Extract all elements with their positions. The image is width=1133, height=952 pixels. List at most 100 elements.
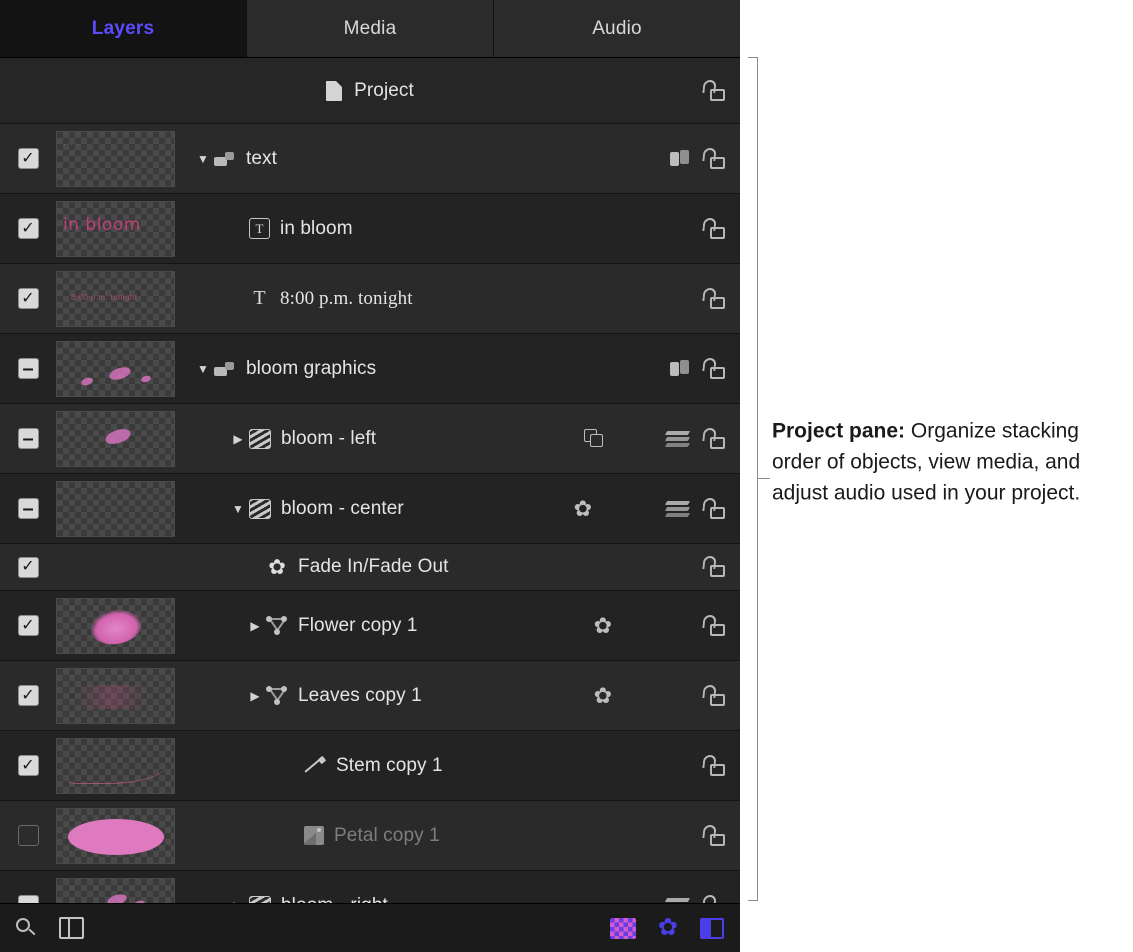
visibility-checkbox-bloom-right[interactable]: – <box>0 895 56 903</box>
disclosure-triangle[interactable]: ▶ <box>244 620 266 632</box>
visibility-checkbox-bloom-graphics[interactable]: – <box>0 358 56 379</box>
text-box-icon: T <box>249 218 270 239</box>
disclosure-triangle[interactable]: ▶ <box>227 900 249 904</box>
lock-icon[interactable] <box>702 615 726 637</box>
callout-text: Project pane: Organize stacking order of… <box>772 416 1130 509</box>
disclosure-triangle[interactable]: ▼ <box>192 363 214 375</box>
visibility-checkbox-bloom-center[interactable]: – <box>0 498 56 519</box>
layer-thumbnail-empty <box>56 539 182 595</box>
layer-thumbnail <box>56 341 182 397</box>
table-row[interactable]: ✓ in bloom ▶ T in bloom <box>0 194 740 264</box>
checkbox-checked: ✓ <box>18 755 39 776</box>
layer-name: 8:00 p.m. tonight <box>280 288 413 310</box>
layer-stack-icon[interactable] <box>666 897 690 904</box>
table-row[interactable]: – ▼ bloom - center ✿ <box>0 474 740 544</box>
visibility-checkbox-leaves[interactable]: ✓ <box>0 685 56 706</box>
lock-icon[interactable] <box>702 556 726 578</box>
disclosure-triangle[interactable]: ▼ <box>227 503 249 515</box>
text-serif-icon: T <box>249 288 270 309</box>
table-row[interactable]: – ▶ bloom - left <box>0 404 740 474</box>
lock-icon[interactable] <box>702 148 726 170</box>
visibility-checkbox-tonight[interactable]: ✓ <box>0 288 56 309</box>
image-icon <box>304 826 324 845</box>
lock-icon[interactable] <box>702 80 726 102</box>
layer-thumbnail <box>56 411 182 467</box>
lock-icon[interactable] <box>702 498 726 520</box>
layer-name: bloom - right <box>281 895 388 904</box>
visibility-checkbox-flower[interactable]: ✓ <box>0 615 56 636</box>
checkbox-checked: ✓ <box>18 615 39 636</box>
lock-icon[interactable] <box>702 288 726 310</box>
callout-bracket <box>748 57 758 901</box>
layers-list: Project ✓ · · · ▼ text <box>0 58 740 903</box>
lock-icon[interactable] <box>702 428 726 450</box>
gear-icon[interactable]: ✿ <box>658 916 678 940</box>
disclosure-triangle[interactable]: ▼ <box>192 153 214 165</box>
shape-fill-icon <box>249 499 271 519</box>
table-row[interactable]: ✓ ▶ Stem copy 1 <box>0 731 740 801</box>
visibility-checkbox-bloom-left[interactable]: – <box>0 428 56 449</box>
checkbox-checked: ✓ <box>18 148 39 169</box>
layer-name: Fade In/Fade Out <box>298 556 449 578</box>
table-row[interactable]: ✓ 8:00 p.m. tonight ▶ T 8:00 p.m. tonigh… <box>0 264 740 334</box>
table-row[interactable]: – ▼ bloom graphics <box>0 334 740 404</box>
layer-name: Petal copy 1 <box>334 825 440 847</box>
table-row[interactable]: ✓ ▶ ✿ Fade In/Fade Out <box>0 544 740 591</box>
paint-stroke-icon <box>304 756 326 776</box>
group-icon <box>214 360 236 378</box>
duplicate-stack-icon[interactable] <box>670 150 690 168</box>
layer-stack-icon[interactable] <box>666 500 690 518</box>
layer-thumbnail <box>56 481 182 537</box>
checkerboard-icon[interactable] <box>610 918 636 939</box>
checkbox-checked: ✓ <box>18 685 39 706</box>
lock-icon[interactable] <box>702 825 726 847</box>
gear-icon[interactable]: ✿ <box>594 615 612 637</box>
layer-name: in bloom <box>280 218 353 240</box>
checkbox-mixed: – <box>18 358 39 379</box>
layer-name: bloom - center <box>281 498 404 520</box>
visibility-checkbox-in-bloom[interactable]: ✓ <box>0 218 56 239</box>
disclosure-triangle[interactable]: ▶ <box>227 433 249 445</box>
lock-icon[interactable] <box>702 358 726 380</box>
visibility-checkbox-petal[interactable] <box>0 825 56 846</box>
tab-layers[interactable]: Layers <box>0 0 247 57</box>
checkbox-unchecked <box>18 825 39 846</box>
gear-icon[interactable]: ✿ <box>594 685 612 707</box>
table-row[interactable]: ✓ ▶ Leaves copy 1 ✿ <box>0 661 740 731</box>
tab-media[interactable]: Media <box>247 0 494 57</box>
lock-icon[interactable] <box>702 685 726 707</box>
search-icon[interactable] <box>16 918 37 939</box>
visibility-checkbox-fade[interactable]: ✓ <box>0 557 56 578</box>
layer-thumbnail: · · · <box>56 131 182 187</box>
tab-audio[interactable]: Audio <box>494 0 740 57</box>
disclosure-triangle[interactable]: ▶ <box>244 690 266 702</box>
layer-stack-icon[interactable] <box>666 430 690 448</box>
layer-thumbnail <box>56 878 182 904</box>
stack-cards-icon[interactable] <box>584 429 606 449</box>
gear-icon[interactable]: ✿ <box>574 498 592 520</box>
window-layout-icon[interactable] <box>59 917 84 939</box>
duplicate-stack-icon[interactable] <box>670 360 690 378</box>
replicator-icon <box>266 616 288 636</box>
lock-icon[interactable] <box>702 218 726 240</box>
lock-icon[interactable] <box>702 755 726 777</box>
checkbox-mixed: – <box>18 895 39 903</box>
checkbox-mixed: – <box>18 498 39 519</box>
layer-name: bloom - left <box>281 428 376 450</box>
visibility-checkbox-text[interactable]: ✓ <box>0 148 56 169</box>
layer-thumbnail <box>56 808 182 864</box>
callout-annotation: Project pane: Organize stacking order of… <box>748 57 1133 897</box>
layer-name: Leaves copy 1 <box>298 685 422 707</box>
table-row[interactable]: ▶ Petal copy 1 <box>0 801 740 871</box>
list-item-project[interactable]: Project <box>0 58 740 124</box>
checkbox-checked: ✓ <box>18 557 39 578</box>
table-row[interactable]: ✓ · · · ▼ text <box>0 124 740 194</box>
visibility-checkbox-stem[interactable]: ✓ <box>0 755 56 776</box>
panels-icon[interactable] <box>700 918 724 939</box>
lock-icon[interactable] <box>702 895 726 904</box>
table-row[interactable]: ✓ ▶ Flower copy 1 ✿ <box>0 591 740 661</box>
table-row[interactable]: – ▶ bloom - right <box>0 871 740 903</box>
group-icon <box>214 150 236 168</box>
gear-behavior-icon: ✿ <box>266 556 288 578</box>
layer-name: text <box>246 148 277 170</box>
